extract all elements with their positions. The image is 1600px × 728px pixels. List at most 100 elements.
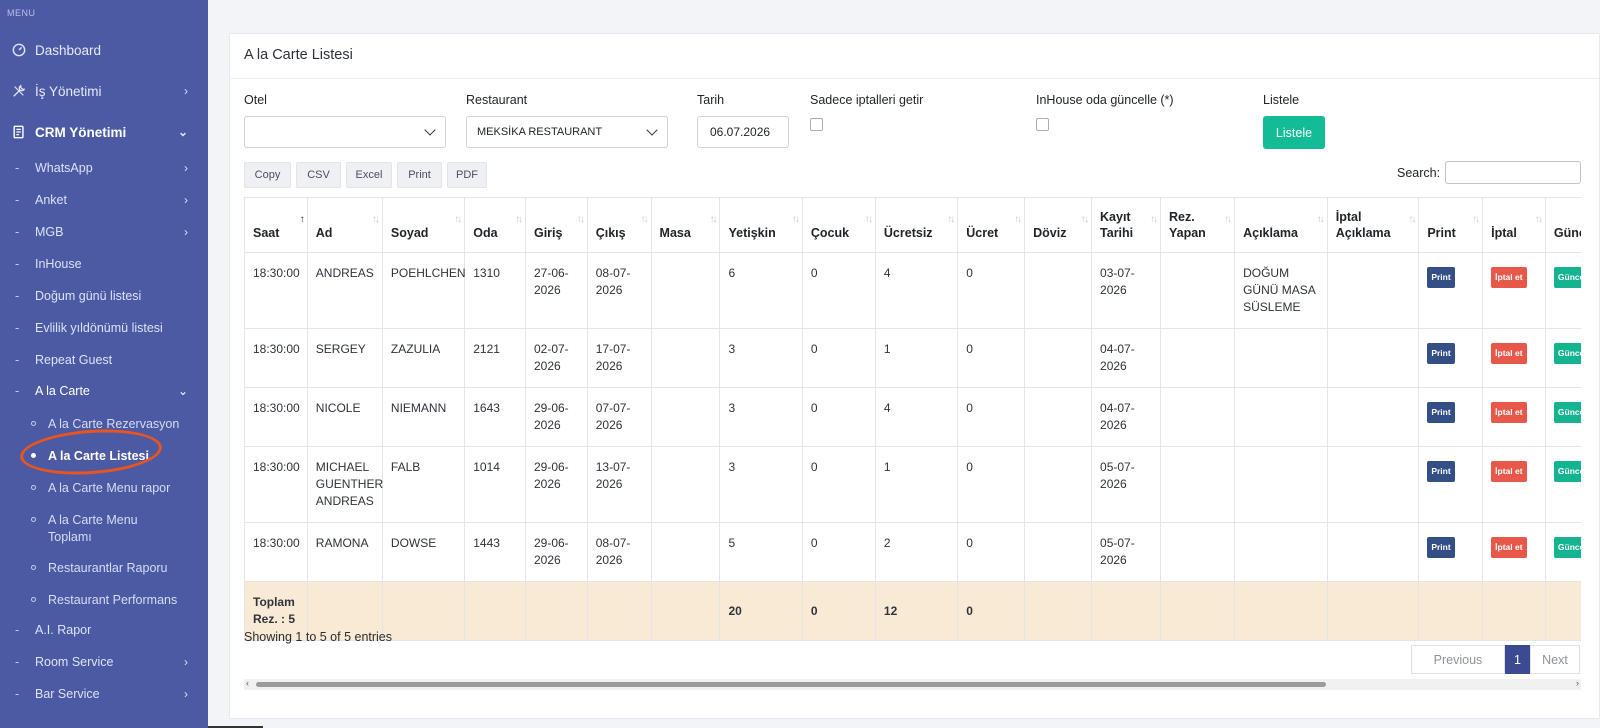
pagination-page-1[interactable]: 1 xyxy=(1505,645,1530,674)
tarih-input[interactable]: 06.07.2026 xyxy=(697,116,789,148)
col-header[interactable]: Soyad ↑↓ xyxy=(381,197,466,253)
table-cell: Print xyxy=(1418,252,1484,329)
guncelle-badge[interactable]: Güncelle xyxy=(1553,461,1581,482)
col-header[interactable]: İptal Açıklama ↑↓ xyxy=(1326,197,1420,253)
iptal-badge[interactable]: İptal et xyxy=(1491,537,1527,558)
col-header[interactable]: Giriş ↑↓ xyxy=(524,197,588,253)
pdf-button[interactable]: PDF xyxy=(447,162,487,188)
col-header[interactable]: Çocuk ↑↓ xyxy=(801,197,876,253)
scroll-left-icon[interactable]: ‹ xyxy=(246,678,249,688)
table-cell: ZAZULIA xyxy=(381,328,466,388)
col-header[interactable]: Açıklama ↑↓ xyxy=(1234,197,1328,253)
col-header[interactable]: Kayıt Tarihi ↑↓ xyxy=(1091,197,1161,253)
table-cell: 03-07-2026 xyxy=(1091,252,1161,329)
guncelle-badge[interactable]: Güncelle xyxy=(1553,267,1581,288)
sidebar-item-restaurantlar-raporu[interactable]: Restaurantlar Raporu xyxy=(0,560,208,576)
scroll-right-icon[interactable]: › xyxy=(1576,678,1579,688)
iptal-badge[interactable]: İptal et xyxy=(1491,267,1527,288)
col-header[interactable]: Ad ↑↓ xyxy=(306,197,383,253)
main-card: A la Carte Listesi Otel Restaurant MEKSİ… xyxy=(229,33,1600,719)
col-header[interactable]: Rez. Yapan ↑↓ xyxy=(1159,197,1236,253)
table-cell xyxy=(650,446,721,523)
sidebar-item-anket[interactable]: - Anket › xyxy=(0,193,208,209)
pagination-previous[interactable]: Previous xyxy=(1411,645,1505,674)
table-cell: 17-07-2026 xyxy=(586,328,652,388)
table-row: 18:30:00 ANDREAS POEHLCHEN 1310 27-06-2026 08… xyxy=(244,252,1581,329)
excel-button[interactable]: Excel xyxy=(346,162,392,188)
search-label: Search: xyxy=(1397,166,1441,180)
table-cell xyxy=(1159,252,1236,329)
sidebar-item-a-la-carte[interactable]: -A la Carte ⌄ xyxy=(0,384,208,400)
restaurant-select[interactable]: MEKSİKA RESTAURANT xyxy=(466,116,668,148)
sort-icon: ↑↓ xyxy=(864,214,873,225)
col-header[interactable]: Güncelle xyxy=(1544,197,1581,253)
iptal-checkbox[interactable] xyxy=(810,118,823,131)
footer-cell xyxy=(1326,581,1420,641)
sidebar-item-restaurant-performans[interactable]: Restaurant Performans xyxy=(0,592,208,608)
footer-cell xyxy=(381,581,466,641)
footer-cell xyxy=(1024,581,1093,641)
print-badge[interactable]: Print xyxy=(1427,537,1455,558)
sidebar-item-crm-yonetimi[interactable]: CRM Yönetimi ⌄ xyxy=(0,123,208,141)
sidebar-item-mgb[interactable]: - MGB › xyxy=(0,225,208,241)
copy-button[interactable]: Copy xyxy=(244,162,291,188)
sidebar-item-ai-rapor[interactable]: - A.I. Rapor xyxy=(0,623,208,639)
reservations-table: Saat ↑ Ad ↑↓ Soyad ↑↓ Oda ↑↓ Giriş ↑↓ Çıkış ↑↓… xyxy=(244,197,1581,641)
sidebar-item-label: CRM Yönetimi xyxy=(35,124,127,140)
print-badge[interactable]: Print xyxy=(1427,267,1455,288)
print-badge[interactable]: Print xyxy=(1427,402,1455,423)
col-header[interactable]: Ücret ↑↓ xyxy=(957,197,1026,253)
col-header[interactable]: Yetişkin ↑↓ xyxy=(719,197,803,253)
scrollbar-thumb[interactable] xyxy=(256,682,1326,687)
table-cell: 29-06-2026 xyxy=(524,522,588,582)
guncelle-badge[interactable]: Güncelle xyxy=(1553,343,1581,364)
col-header[interactable]: Print ↑↓ xyxy=(1418,197,1484,253)
col-header[interactable]: Saat ↑ xyxy=(244,197,308,253)
guncelle-badge[interactable]: Güncelle xyxy=(1553,402,1581,423)
sidebar-item-dogum-gunu[interactable]: - Doğum günü listesi xyxy=(0,289,208,305)
col-header[interactable]: Çıkış ↑↓ xyxy=(586,197,652,253)
table-cell: 0 xyxy=(801,252,876,329)
col-header[interactable]: Masa ↑↓ xyxy=(650,197,721,253)
iptal-badge[interactable]: İptal et xyxy=(1491,402,1527,423)
sort-icon: ↑↓ xyxy=(1081,214,1089,225)
otel-select[interactable] xyxy=(244,116,446,148)
guncelle-badge[interactable]: Güncelle xyxy=(1553,537,1581,558)
sidebar-item-is-yonetimi[interactable]: İş Yönetimi › xyxy=(0,82,208,100)
iptal-badge[interactable]: İptal et xyxy=(1491,461,1527,482)
sidebar-item-dashboard[interactable]: Dashboard xyxy=(0,41,208,59)
sidebar-item-label: MGB xyxy=(35,225,64,239)
table-cell: İptal et xyxy=(1482,328,1546,388)
sidebar-item-label: Restaurantlar Raporu xyxy=(48,561,168,575)
sidebar-item-room-service[interactable]: - Room Service › xyxy=(0,655,208,671)
sidebar-item-bar-service[interactable]: - Bar Service › xyxy=(0,687,208,703)
sidebar-item-alacarte-menu-toplami[interactable]: A la Carte Menu Toplamı xyxy=(0,512,208,546)
pagination-next[interactable]: Next xyxy=(1530,645,1580,674)
col-header[interactable]: İptal ↑↓ xyxy=(1482,197,1546,253)
table-cell: MICHAEL GUENTHER ANDREAS xyxy=(306,446,383,523)
listele-button[interactable]: Listele xyxy=(1263,116,1325,149)
inhouse-checkbox[interactable] xyxy=(1036,118,1049,131)
print-button[interactable]: Print xyxy=(397,162,442,188)
col-header[interactable]: Ücretsiz ↑↓ xyxy=(874,197,959,253)
sidebar-item-evlilik[interactable]: - Evlilik yıldönümü listesi xyxy=(0,321,208,337)
chevron-down-icon xyxy=(424,124,436,136)
table-cell: 2121 xyxy=(464,328,526,388)
search-input[interactable] xyxy=(1445,161,1581,184)
horizontal-scrollbar[interactable]: ‹ › xyxy=(244,678,1581,690)
sort-icon: ↑↓ xyxy=(514,214,523,225)
sidebar-item-repeat-guest[interactable]: - Repeat Guest xyxy=(0,353,208,369)
col-header[interactable]: Oda ↑↓ xyxy=(464,197,526,253)
footer-cell xyxy=(1544,581,1581,641)
table-cell: 18:30:00 xyxy=(244,328,308,388)
sidebar-item-whatsapp[interactable]: - WhatsApp › xyxy=(0,161,208,177)
print-badge[interactable]: Print xyxy=(1427,461,1455,482)
table-cell: 18:30:00 xyxy=(244,446,308,523)
col-header[interactable]: Döviz ↑↓ xyxy=(1024,197,1093,253)
sidebar-item-inhouse[interactable]: - InHouse xyxy=(0,257,208,273)
chevron-right-icon: › xyxy=(184,84,188,98)
sidebar-item-alacarte-menu-rapor[interactable]: A la Carte Menu rapor xyxy=(0,480,208,496)
csv-button[interactable]: CSV xyxy=(296,162,341,188)
print-badge[interactable]: Print xyxy=(1427,343,1455,364)
iptal-badge[interactable]: İptal et xyxy=(1491,343,1527,364)
